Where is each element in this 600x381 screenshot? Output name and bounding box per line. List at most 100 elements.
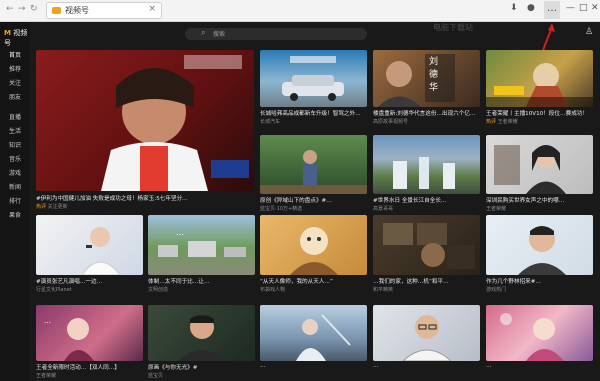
search-input[interactable]: ⌕ 搜索 <box>185 28 367 40</box>
video-meta: 游戏热门 <box>486 287 507 293</box>
video-title: “从天人像师，我的从天人…” <box>260 279 333 285</box>
video-card[interactable]: 作为几个野林招来#… 游戏热门 <box>486 215 593 297</box>
video-card[interactable]: #世界水日 全景长江自全长… 高景哥哥 <box>373 135 480 215</box>
video-card[interactable]: 刘德华 楼盘重新:刘德华代言这份…出现六个亿，很… 高原故事视频号 <box>373 50 480 128</box>
fantasy-thumbnail-art <box>500 313 564 361</box>
close-window-icon[interactable]: ✕ <box>591 3 599 13</box>
video-meta: 高景哥哥 <box>373 206 394 212</box>
refresh-icon[interactable]: ↻ <box>30 4 38 14</box>
video-thumbnail <box>373 135 480 194</box>
video-meta: 长城汽车 <box>260 119 281 125</box>
sidebar-item-friends[interactable]: 朋友 <box>0 92 30 101</box>
video-title: … <box>373 363 379 369</box>
video-meta: 蓝宝贝 <box>148 373 164 379</box>
video-card[interactable]: … <box>486 305 593 381</box>
sidebar-item-follow[interactable]: 关注 <box>0 78 30 87</box>
video-title: 深圳民购买世界女声之中的哪… <box>486 198 565 204</box>
video-meta: 高原故事视频号 <box>373 119 409 125</box>
video-card[interactable]: … <box>373 305 480 381</box>
video-thumbnail <box>486 305 593 361</box>
video-title: … <box>260 363 266 369</box>
video-thumbnail: … <box>148 215 255 275</box>
video-card[interactable]: … <box>260 305 367 381</box>
sidebar-item-recommend[interactable]: 推荐 <box>0 64 30 73</box>
video-title: 长城哈弗高品成都新车升级！智驾之外… <box>260 111 361 117</box>
waterfall-thumbnail-art <box>393 157 455 189</box>
video-card[interactable]: 原画《与你无光》# 蓝宝贝 <box>148 305 255 381</box>
more-menu-button[interactable]: … <box>544 1 560 19</box>
sidebar-item-home[interactable]: 首页 <box>0 50 30 59</box>
video-card[interactable]: … 体制…太不同于比…让… 文明创造 <box>148 215 255 297</box>
sidebar-item-life[interactable]: 生活 <box>0 126 30 135</box>
svg-text:…: … <box>176 228 184 237</box>
video-title: 王者全新限时活动…【双人同…】 <box>36 365 120 371</box>
svg-text:德: 德 <box>429 68 438 80</box>
video-thumbnail <box>148 305 255 361</box>
cartoon-thumbnail-art <box>290 227 338 275</box>
sidebar-item-ranking[interactable]: 排行 <box>0 196 30 205</box>
video-thumbnail <box>486 135 593 194</box>
swordsman-thumbnail-art <box>296 314 351 361</box>
back-icon[interactable]: ← <box>6 4 14 14</box>
video-title: 楼盘重新:刘德华代言这份…出现六个亿，很… <box>373 111 480 117</box>
browser-titlebar: ← → ↻ 视频号 × ⬇ ● … — □ ✕ <box>0 0 600 22</box>
video-card[interactable]: #演员张艺凡演唱…一边… 行星文化Planet <box>36 215 143 297</box>
video-meta: 王者荣耀 <box>36 373 57 379</box>
video-title: 原创《异域山下的盘点》#… <box>260 198 332 204</box>
browser-tab[interactable]: 视频号 × <box>46 2 162 19</box>
video-title: 原画《与你无光》# <box>148 365 198 371</box>
video-meta: 行星文化Planet <box>36 287 72 293</box>
video-thumbnail <box>260 305 367 361</box>
video-card[interactable]: “从天人像师，我的从天人…” 布袋戏人物 <box>260 215 367 297</box>
video-card[interactable]: …我们的家，这种…机“和平… 和平精英 <box>373 215 480 297</box>
video-card[interactable]: 王者荣耀丨主播10V10！段位…赛成功！ 热评 王者荣耀 <box>486 50 593 128</box>
forward-icon[interactable]: → <box>18 4 26 14</box>
brand-logo-icon: M <box>4 29 11 37</box>
watermark-text: 电脑下载站 <box>433 23 473 32</box>
svg-text:刘: 刘 <box>429 55 438 67</box>
video-thumbnail: 刘德华 <box>373 50 480 107</box>
video-card[interactable]: 原创《异域山下的盘点》#… 蓝宝贝·10万+精选 <box>260 135 367 215</box>
singer-thumbnail-art: 刘德华 <box>378 54 455 107</box>
sidebar-item-games[interactable]: 游戏 <box>0 168 30 177</box>
profile-icon[interactable]: ● <box>527 3 535 13</box>
featured-thumbnail-art <box>101 55 249 191</box>
featured-video-card[interactable]: #伊利为中国健儿加油 失败是成功之母！杨家玉:5七年坚分… 热评 关注更新 <box>36 50 254 215</box>
sidebar-item-knowledge[interactable]: 知识 <box>0 140 30 149</box>
video-meta: 布袋戏人物 <box>260 287 286 293</box>
video-thumbnail <box>486 215 593 275</box>
video-title: 王者荣耀丨主播10V10！段位…赛成功！ <box>486 111 588 117</box>
video-title: #世界水日 全景长江自全长… <box>373 198 447 204</box>
svg-text:华: 华 <box>429 81 438 93</box>
video-title: 体制…太不同于比…让… <box>148 279 210 285</box>
user-icon[interactable]: ♙ <box>585 27 593 37</box>
sidebar-item-music[interactable]: 音乐 <box>0 154 30 163</box>
video-meta: 王者荣耀 <box>486 206 507 212</box>
sidebar-item-news[interactable]: 新闻 <box>0 182 30 191</box>
video-thumbnail <box>373 305 480 361</box>
close-tab-icon[interactable]: × <box>148 4 156 14</box>
video-card[interactable]: … 王者全新限时活动…【双人同…】 王者荣耀 <box>36 305 143 381</box>
maximize-icon[interactable]: □ <box>579 3 588 13</box>
video-card[interactable]: 深圳民购买世界女声之中的哪… 王者荣耀 <box>486 135 593 215</box>
tab-logo-icon <box>52 7 61 14</box>
featured-meta: 热评 关注更新 <box>36 204 68 210</box>
video-thumbnail: … <box>36 305 143 361</box>
video-thumbnail <box>373 215 480 275</box>
featured-thumbnail <box>36 50 254 191</box>
featured-title: #伊利为中国健儿加油 失败是成功之母！杨家玉:5七年坚分… <box>36 196 188 202</box>
svg-text:…: … <box>44 317 51 325</box>
girl-thumbnail-art <box>494 145 566 194</box>
video-thumbnail <box>260 215 367 275</box>
sidebar-item-live[interactable]: 直播 <box>0 112 30 121</box>
sidebar-item-food[interactable]: 果食 <box>0 210 30 219</box>
video-meta: 和平精英 <box>373 287 394 293</box>
minimize-icon[interactable]: — <box>566 3 575 13</box>
video-card[interactable]: 长城哈弗高品成都新车升级！智驾之外… 长城汽车 <box>260 50 367 128</box>
video-thumbnail <box>260 135 367 194</box>
video-title: 作为几个野林招来#… <box>486 279 542 285</box>
glasses-man-thumbnail-art <box>402 315 452 361</box>
download-icon[interactable]: ⬇ <box>510 3 518 13</box>
brand[interactable]: M 视频号 <box>4 28 30 48</box>
anime-thumbnail-art: … <box>44 317 94 361</box>
